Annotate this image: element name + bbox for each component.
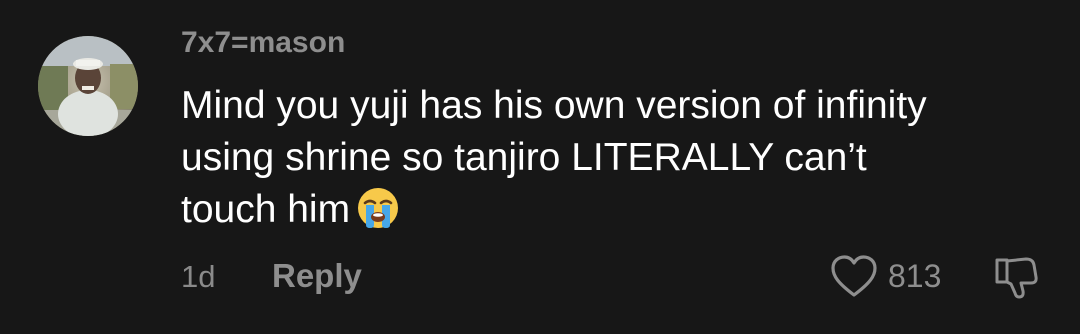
comment-text: Mind you yuji has his own version of inf… <box>181 80 1061 244</box>
comment-line-1: Mind you yuji has his own version of inf… <box>181 84 927 127</box>
reply-button[interactable]: Reply <box>272 257 362 295</box>
like-count: 813 <box>888 258 942 294</box>
avatar-image <box>38 36 138 136</box>
like-button[interactable]: 813 <box>830 254 970 300</box>
comment-item: 7x7=mason Mind you yuji has his own vers… <box>0 0 1080 334</box>
username[interactable]: 7x7=mason <box>181 26 345 60</box>
comment-line-2: using shrine so tanjiro LITERALLY can’t <box>181 136 867 179</box>
comment-line-3: touch him <box>181 188 351 231</box>
dislike-button[interactable] <box>992 253 1040 301</box>
heart-icon <box>830 254 878 305</box>
thumbs-down-icon <box>992 257 1040 305</box>
avatar[interactable] <box>38 36 138 136</box>
loudly-crying-face-icon <box>356 186 400 244</box>
timestamp: 1d <box>181 259 216 294</box>
